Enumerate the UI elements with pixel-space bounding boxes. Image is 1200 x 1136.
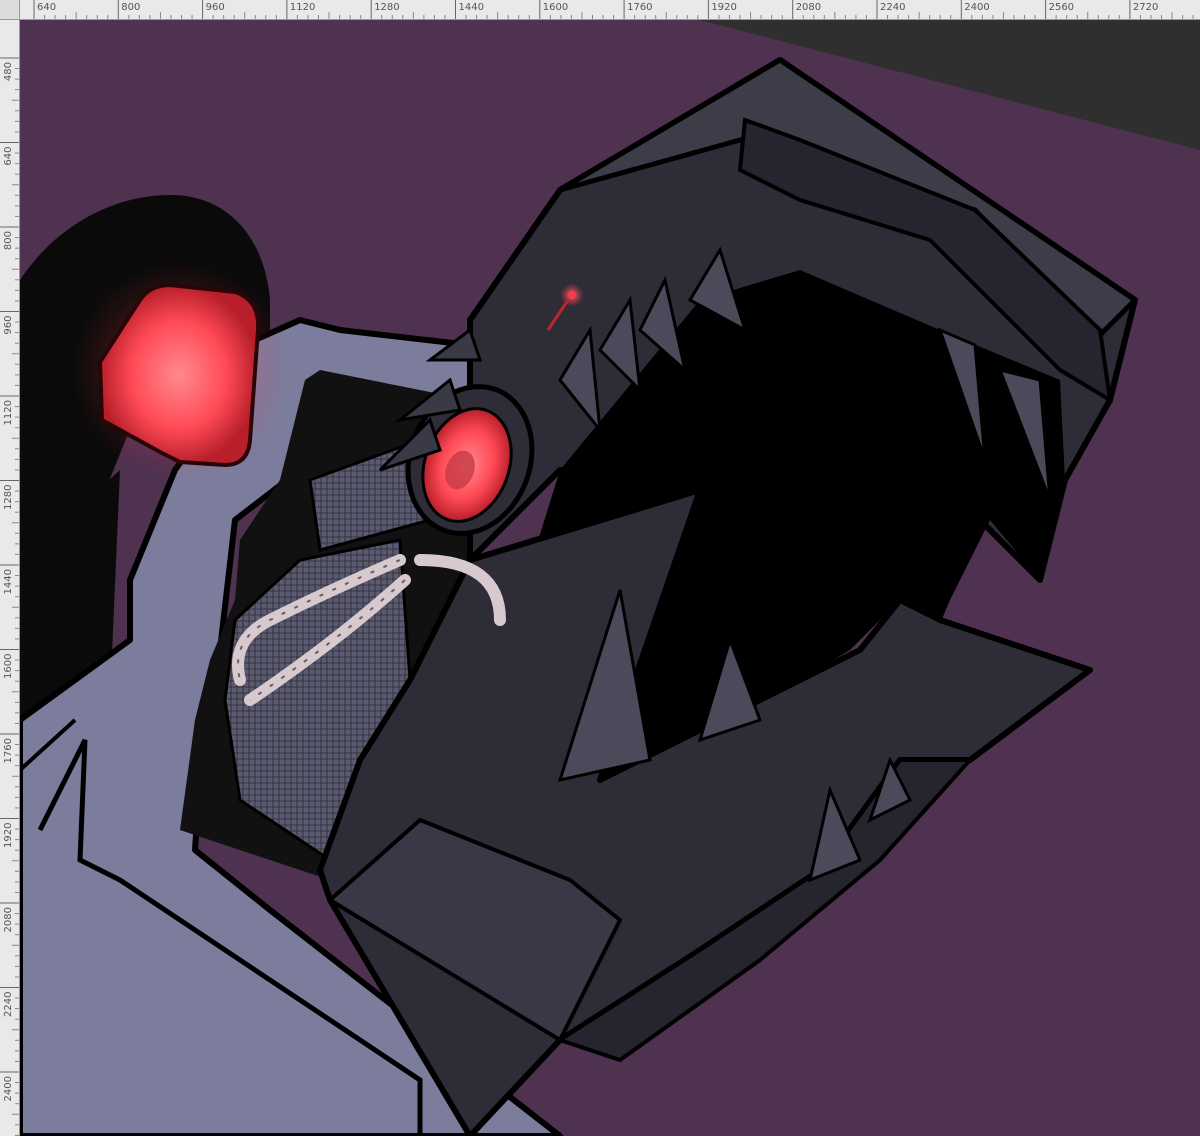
ruler-label: 2560 <box>1049 2 1074 13</box>
ruler-label: 1760 <box>627 2 652 13</box>
ruler-label: 640 <box>3 147 14 166</box>
ruler-label: 2240 <box>3 992 14 1017</box>
horizontal-ruler[interactable]: 640 800 960 1120 1280 1440 1600 1760 1920 2080 224… <box>0 0 1200 20</box>
ruler-label: 1920 <box>3 823 14 848</box>
ruler-label: 960 <box>3 316 14 335</box>
ruler-label: 1600 <box>3 654 14 679</box>
horizontal-ruler-ticks: 640 800 960 1120 1280 1440 1600 1760 1920 2080 224… <box>33 0 1194 19</box>
ruler-label: 1600 <box>543 2 568 13</box>
ruler-label: 640 <box>37 2 56 13</box>
dragon-eye <box>568 291 576 299</box>
ruler-label: 2720 <box>1133 2 1158 13</box>
vertical-ruler-ticks: 480 640 800 960 1120 1280 1440 1600 1760 1920 2080… <box>0 57 19 1136</box>
ruler-label: 2080 <box>3 907 14 932</box>
vertical-ruler[interactable]: 480 640 800 960 1120 1280 1440 1600 1760 1920 2080… <box>0 20 20 1136</box>
ruler-label: 1120 <box>3 400 14 425</box>
ruler-label: 1920 <box>711 2 736 13</box>
ruler-corner <box>0 0 20 20</box>
ruler-label: 1280 <box>3 485 14 510</box>
ruler-label: 2400 <box>3 1076 14 1101</box>
ruler-label: 800 <box>3 231 14 250</box>
ruler-label: 2080 <box>796 2 821 13</box>
drawing-canvas[interactable] <box>20 20 1200 1136</box>
ruler-label: 1280 <box>374 2 399 13</box>
ruler-label: 1440 <box>3 569 14 594</box>
ruler-label: 1440 <box>459 2 484 13</box>
ruler-label: 480 <box>3 62 14 81</box>
ruler-label: 800 <box>121 2 140 13</box>
ruler-label: 1760 <box>3 738 14 763</box>
ruler-label: 2240 <box>880 2 905 13</box>
ruler-label: 2400 <box>964 2 989 13</box>
artwork <box>20 20 1200 1136</box>
ruler-label: 1120 <box>290 2 315 13</box>
ruler-label: 960 <box>206 2 225 13</box>
